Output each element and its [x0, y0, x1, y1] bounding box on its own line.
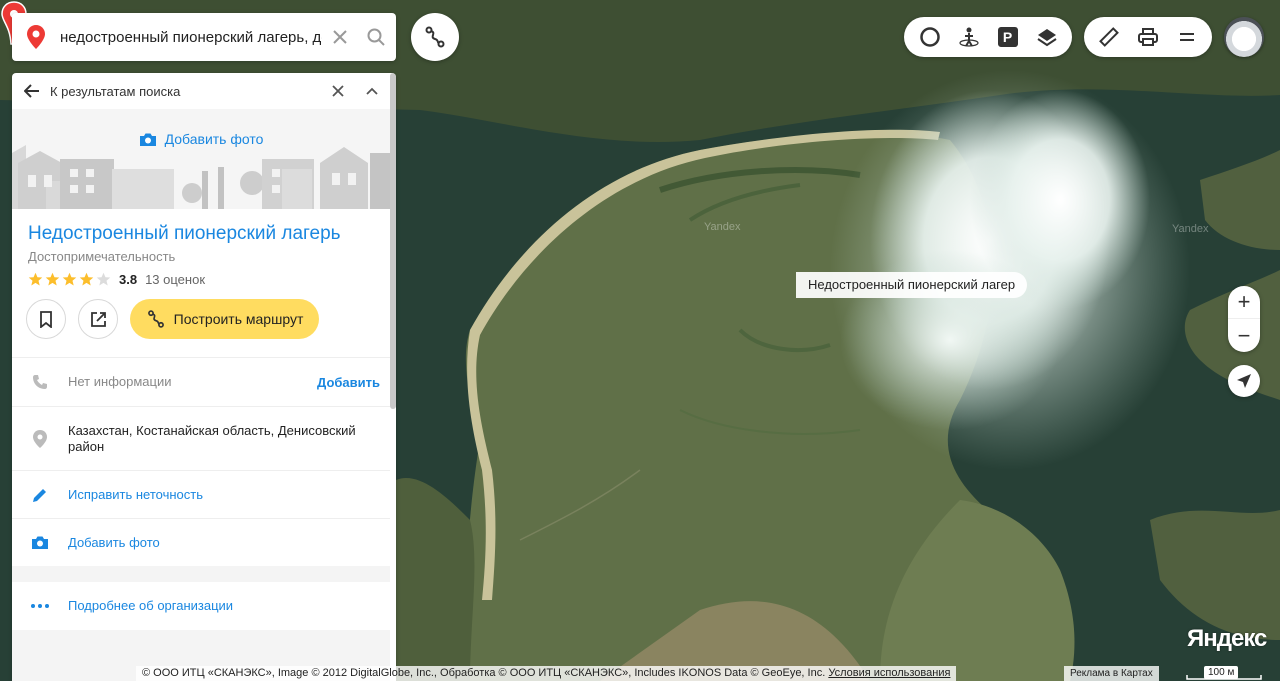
camera-icon	[139, 133, 156, 146]
yandex-logo[interactable]: Яндекс	[1187, 625, 1267, 653]
terms-link[interactable]: Условия использования	[828, 667, 950, 679]
rating-stars	[28, 272, 113, 287]
navigation-arrow-icon	[1237, 374, 1251, 388]
star-filled-icon	[28, 272, 43, 286]
build-route-button[interactable]: Построить маршрут	[130, 299, 319, 339]
place-title[interactable]: Недостроенный пионерский лагерь	[28, 223, 380, 245]
menu-button[interactable]	[1167, 17, 1206, 57]
back-to-results-link[interactable]: К результатам поиска	[50, 84, 316, 99]
search-button[interactable]	[358, 13, 394, 61]
card-actions: Построить маршрут	[26, 299, 380, 339]
ruler-button[interactable]	[1090, 17, 1129, 57]
collapse-card-button[interactable]	[360, 87, 384, 95]
parking-button[interactable]: P	[988, 17, 1027, 57]
map-watermark: Yandex	[1172, 223, 1209, 235]
zoom-control: + −	[1228, 286, 1260, 352]
traffic-button[interactable]	[910, 17, 949, 57]
geolocation-button[interactable]	[1228, 365, 1260, 397]
map-controls-group: P	[904, 17, 1072, 57]
layers-icon	[1036, 29, 1057, 47]
back-button[interactable]	[24, 84, 44, 98]
fix-inaccuracy-link[interactable]: Исправить неточность	[68, 487, 390, 503]
ads-link[interactable]: Реклама в Картах	[1064, 666, 1159, 681]
location-pin-icon	[12, 429, 68, 448]
map-pin-label[interactable]: Недостроенный пионерский лагер	[796, 272, 1028, 298]
chevron-up-icon	[366, 87, 378, 95]
layers-button[interactable]	[1027, 17, 1066, 57]
share-button[interactable]	[78, 299, 118, 339]
search-bar	[12, 13, 396, 61]
map-copyright: © ООО ИТЦ «СКАНЭКС», Image © 2012 Digita…	[136, 666, 957, 681]
rating-score: 3.8	[119, 272, 138, 287]
share-icon	[90, 311, 106, 327]
phone-row: Нет информации Добавить	[12, 357, 390, 406]
panel-scrollbar[interactable]	[390, 73, 396, 409]
panel-header: К результатам поиска	[12, 73, 396, 109]
fix-inaccuracy-row[interactable]: Исправить неточность	[12, 470, 390, 518]
parking-icon: P	[997, 27, 1018, 47]
location-pin-icon	[12, 13, 60, 61]
add-photo-link[interactable]: Добавить фото	[68, 535, 390, 551]
zoom-out-button[interactable]: −	[1228, 319, 1260, 352]
add-photo-row[interactable]: Добавить фото	[12, 518, 390, 566]
print-button[interactable]	[1129, 17, 1168, 57]
close-icon	[333, 30, 347, 44]
phone-icon	[12, 374, 68, 390]
more-info-row[interactable]: Подробнее об организации	[12, 582, 390, 630]
address-text: Казахстан, Костанайская область, Денисов…	[68, 422, 356, 454]
rating-count[interactable]: 13 оценок	[145, 272, 205, 287]
map-watermark: Yandex	[704, 221, 741, 233]
star-filled-icon	[45, 272, 60, 286]
add-phone-link[interactable]: Добавить	[317, 375, 380, 390]
bookmark-icon	[40, 310, 52, 328]
photo-placeholder: Добавить фото	[12, 109, 390, 209]
place-card-panel: К результатам поиска Добавить фото Недос…	[12, 73, 396, 681]
place-category: Достопримечательность	[28, 249, 176, 264]
bookmark-button[interactable]	[26, 299, 66, 339]
route-icon	[147, 310, 164, 328]
zoom-in-button[interactable]: +	[1228, 286, 1260, 319]
search-icon	[367, 28, 385, 46]
star-filled-icon	[79, 272, 94, 286]
route-fab-button[interactable]	[411, 13, 459, 61]
traffic-icon	[919, 27, 940, 47]
panorama-button[interactable]	[949, 17, 988, 57]
add-photo-header-link[interactable]: Добавить фото	[12, 131, 390, 147]
user-avatar[interactable]	[1224, 17, 1264, 57]
close-card-button[interactable]	[326, 85, 350, 97]
camera-icon	[12, 535, 68, 550]
more-dots-icon	[12, 604, 68, 608]
more-info-link[interactable]: Подробнее об организации	[68, 598, 390, 614]
star-empty-icon	[96, 272, 111, 286]
panorama-icon	[958, 27, 979, 47]
menu-icon	[1179, 33, 1194, 41]
scale-label: 100 м	[1204, 666, 1239, 679]
rating: 3.8 13 оценок	[28, 272, 380, 287]
search-input[interactable]	[60, 28, 322, 46]
section-divider	[12, 566, 390, 582]
close-icon	[332, 85, 344, 97]
tools-controls-group	[1084, 17, 1212, 57]
phone-text: Нет информации	[68, 374, 172, 389]
route-icon	[425, 26, 445, 48]
star-filled-icon	[62, 272, 77, 286]
print-icon	[1138, 28, 1158, 46]
ruler-icon	[1099, 27, 1120, 47]
arrow-left-icon	[24, 84, 39, 98]
clear-search-button[interactable]	[322, 13, 358, 61]
pencil-icon	[12, 487, 68, 503]
address-row: Казахстан, Костанайская область, Денисов…	[12, 406, 390, 470]
